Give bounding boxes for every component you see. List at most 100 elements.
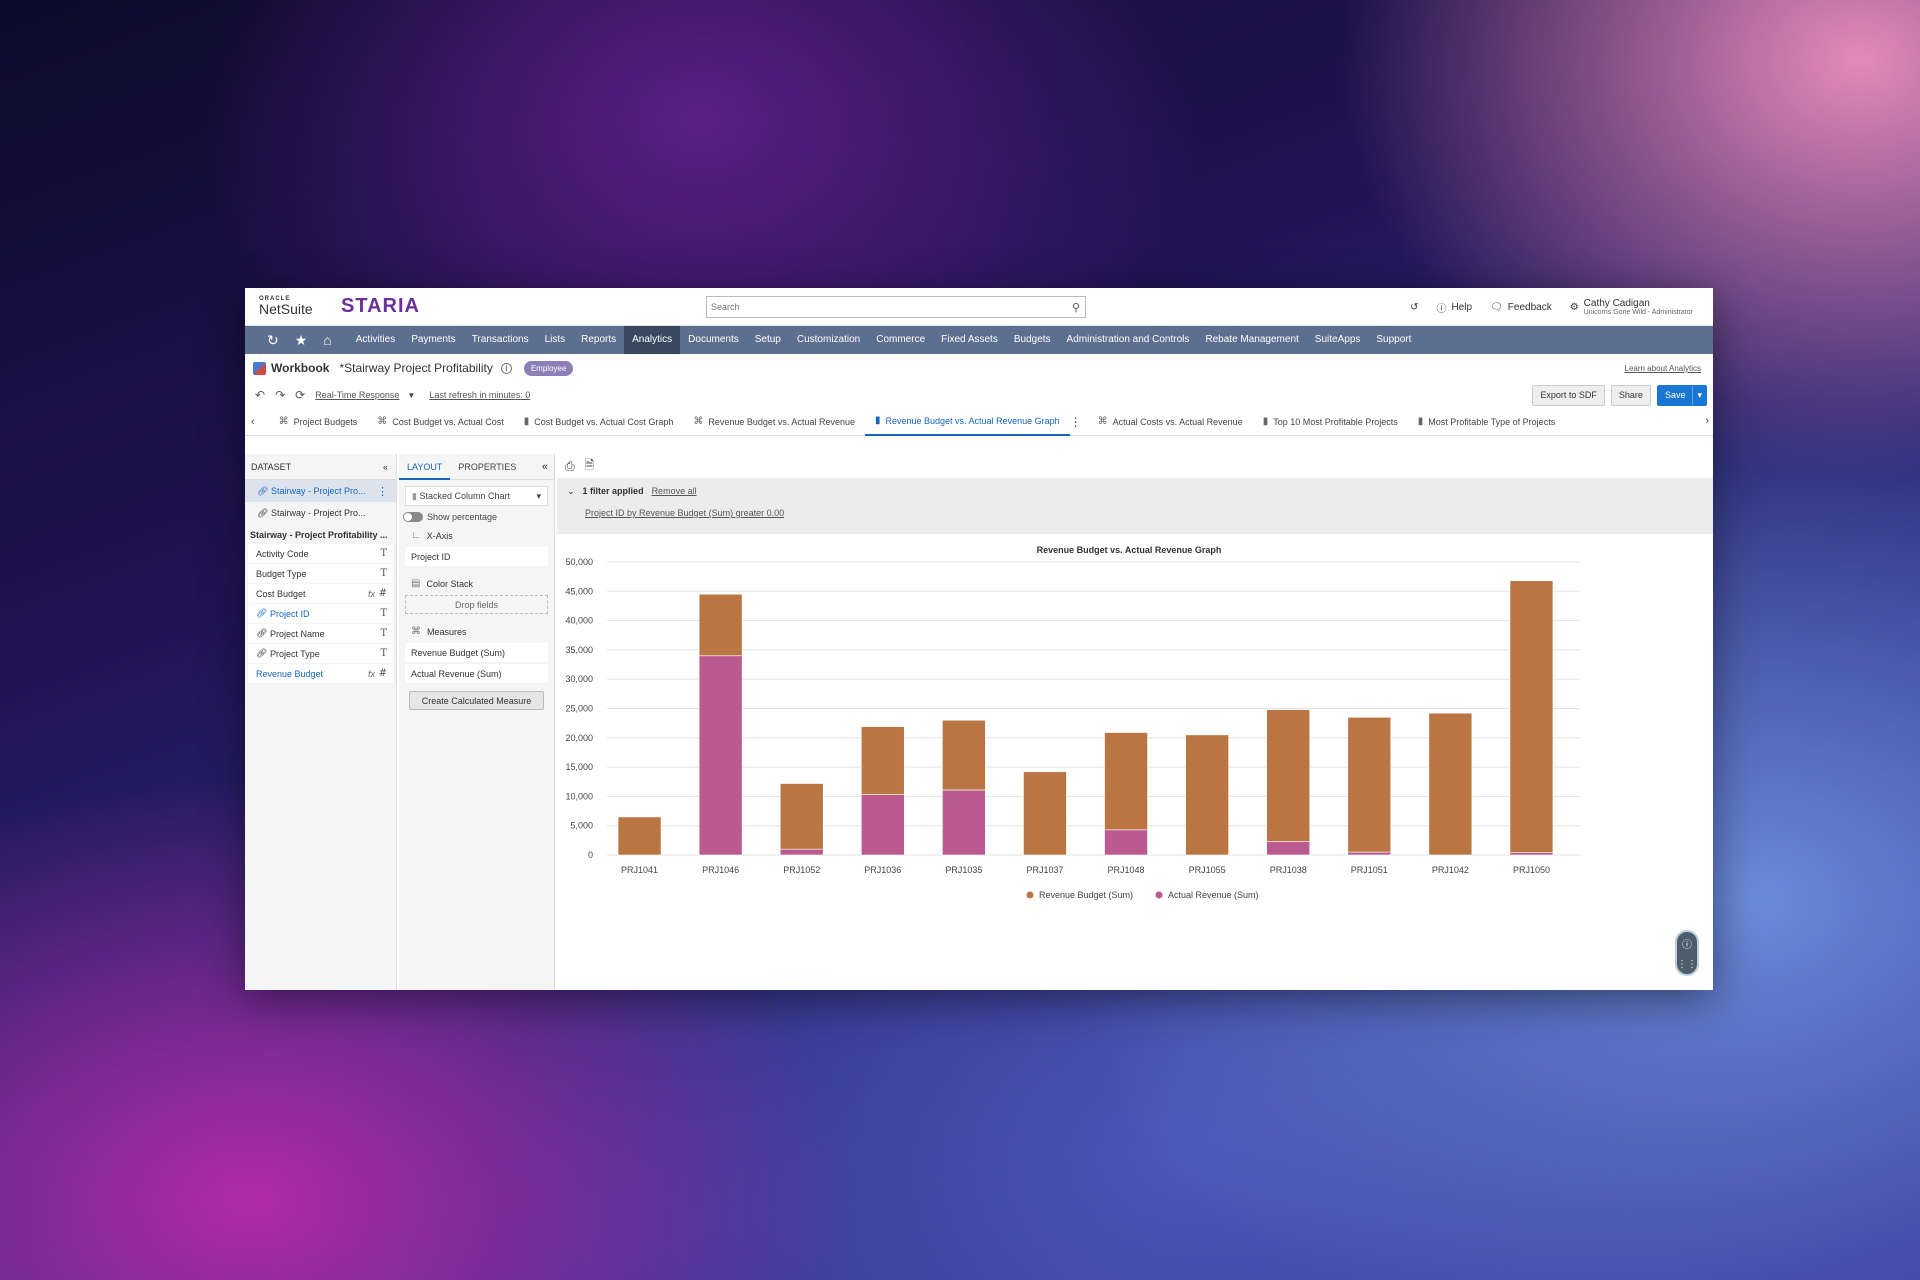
nav-transactions[interactable]: Transactions xyxy=(464,326,537,354)
dataset-field[interactable]: Revenue Budget fx # xyxy=(248,664,393,683)
refresh-icon[interactable]: ⟳ xyxy=(295,388,305,402)
legend-actual-revenue-swatch[interactable] xyxy=(1155,891,1163,899)
revenue-budget-bar[interactable] xyxy=(698,593,743,657)
revenue-budget-bar[interactable] xyxy=(942,719,986,791)
info-icon[interactable]: i xyxy=(500,362,512,374)
recent-icon[interactable]: ↻ xyxy=(267,332,279,349)
undo-icon[interactable]: ↶ xyxy=(255,388,265,402)
export-sdf-button[interactable]: Export to SDF xyxy=(1532,385,1605,406)
x-axis-field[interactable]: Project ID xyxy=(405,547,548,566)
chevron-down-icon[interactable]: ▼ xyxy=(407,391,415,400)
nav-fixed-assets[interactable]: Fixed Assets xyxy=(933,326,1006,354)
global-search[interactable]: ⚲ xyxy=(706,296,1086,318)
legend-actual-revenue[interactable]: Actual Revenue (Sum) xyxy=(1168,890,1259,900)
revenue-budget-bar[interactable] xyxy=(1023,771,1067,856)
search-input[interactable] xyxy=(707,302,1067,312)
nav-budgets[interactable]: Budgets xyxy=(1006,326,1059,354)
nav-support[interactable]: Support xyxy=(1368,326,1419,354)
nav-payments[interactable]: Payments xyxy=(403,326,463,354)
tab-project-budgets[interactable]: ⌘ Project Budgets xyxy=(269,408,368,436)
dataset-item[interactable]: 🔗︎ Stairway - Project Pro... xyxy=(245,502,396,524)
recent-records-icon[interactable]: ↺ xyxy=(1410,302,1418,313)
star-icon[interactable]: ★ xyxy=(295,332,308,349)
dataset-item[interactable]: 🔗︎ Stairway - Project Pro... ⋮ xyxy=(245,480,396,502)
dataset-field[interactable]: Cost Budget fx # xyxy=(248,584,393,603)
response-mode-dropdown[interactable]: Real-Time Response xyxy=(315,390,399,400)
legend-revenue-budget-swatch[interactable] xyxy=(1026,891,1034,899)
dataset-field[interactable]: 🔗︎ Project Type T xyxy=(248,644,393,663)
revenue-budget-bar[interactable] xyxy=(860,726,905,795)
tab-revenue-budget-vs-actual[interactable]: ⌘ Revenue Budget vs. Actual Revenue xyxy=(683,408,865,436)
tabs-scroll-left-icon[interactable]: ‹ xyxy=(251,416,255,428)
revenue-budget-bar[interactable] xyxy=(1266,709,1311,842)
remove-all-filters-link[interactable]: Remove all xyxy=(652,486,697,496)
chevron-down-icon[interactable]: ⌄ xyxy=(567,486,575,497)
home-icon[interactable]: ⌂ xyxy=(323,332,331,348)
assistant-widget[interactable]: ⓘ ⋮⋮ xyxy=(1675,930,1699,976)
export-file-icon[interactable]: 🗎︎ xyxy=(585,456,595,477)
actual-revenue-bar[interactable] xyxy=(942,789,986,856)
learn-analytics-link[interactable]: Learn about Analytics xyxy=(1625,364,1702,373)
collapse-icon[interactable]: « xyxy=(542,461,548,473)
help-link[interactable]: ⓘ Help xyxy=(1437,300,1473,315)
search-icon[interactable]: ⚲ xyxy=(1067,301,1085,314)
tab-top-10-projects[interactable]: ▮ Top 10 Most Profitable Projects xyxy=(1253,408,1408,436)
tab-cost-budget-vs-actual-cost[interactable]: ⌘ Cost Budget vs. Actual Cost xyxy=(367,408,514,436)
actual-revenue-bar[interactable] xyxy=(1509,852,1554,856)
tab-properties[interactable]: PROPERTIES xyxy=(450,454,524,480)
nav-commerce[interactable]: Commerce xyxy=(868,326,933,354)
nav-lists[interactable]: Lists xyxy=(537,326,574,354)
actual-revenue-bar[interactable] xyxy=(1347,851,1392,856)
redo-icon[interactable]: ↷ xyxy=(275,388,285,402)
actual-revenue-bar[interactable] xyxy=(779,848,824,856)
nav-reports[interactable]: Reports xyxy=(573,326,624,354)
actual-revenue-bar[interactable] xyxy=(860,794,905,856)
user-menu[interactable]: ⚙ Cathy Cadigan Unicorns Gone Wild - Adm… xyxy=(1570,298,1693,317)
chart-type-select[interactable]: ▮ Stacked Column Chart ▾ xyxy=(405,486,548,506)
kebab-menu-icon[interactable]: ⋮ xyxy=(377,485,388,498)
actual-revenue-bar[interactable] xyxy=(1266,841,1311,856)
revenue-budget-bar[interactable] xyxy=(779,783,824,850)
dataset-field[interactable]: Activity Code T xyxy=(248,544,393,563)
nav-administration[interactable]: Administration and Controls xyxy=(1059,326,1198,354)
show-percentage-toggle[interactable] xyxy=(403,512,423,522)
dataset-field[interactable]: Budget Type T xyxy=(248,564,393,583)
revenue-budget-bar[interactable] xyxy=(1185,734,1229,856)
actual-revenue-bar[interactable] xyxy=(698,655,743,856)
tab-cost-budget-graph[interactable]: ▮ Cost Budget vs. Actual Cost Graph xyxy=(514,408,684,436)
tab-layout[interactable]: LAYOUT xyxy=(399,454,451,480)
collapse-icon[interactable]: « xyxy=(383,462,388,472)
nav-setup[interactable]: Setup xyxy=(747,326,789,354)
feedback-link[interactable]: 🗨 Feedback xyxy=(1490,302,1552,313)
tab-revenue-budget-graph[interactable]: ▮ Revenue Budget vs. Actual Revenue Graph xyxy=(864,408,1070,436)
dataset-field[interactable]: 🔗︎ Project ID T xyxy=(248,604,393,623)
nav-analytics[interactable]: Analytics xyxy=(624,326,681,354)
tabs-scroll-right-icon[interactable]: › xyxy=(1705,415,1709,427)
color-stack-drop-zone[interactable]: Drop fields xyxy=(405,595,548,614)
measure-field[interactable]: Revenue Budget (Sum) xyxy=(405,643,548,662)
dataset-field[interactable]: 🔗︎ Project Name T xyxy=(248,624,393,643)
actual-revenue-bar[interactable] xyxy=(1104,829,1148,856)
revenue-budget-bar[interactable] xyxy=(1428,712,1473,856)
share-button[interactable]: Share xyxy=(1610,385,1651,406)
revenue-budget-bar[interactable] xyxy=(1104,732,1148,831)
tab-most-profitable-type[interactable]: ▮ Most Profitable Type of Projects xyxy=(1408,408,1565,436)
revenue-budget-bar[interactable] xyxy=(617,816,662,856)
measure-field[interactable]: Actual Revenue (Sum) xyxy=(405,664,548,683)
nav-activities[interactable]: Activities xyxy=(348,326,403,354)
save-dropdown-icon[interactable]: ▾ xyxy=(1692,386,1706,405)
print-icon[interactable]: ⎙ xyxy=(565,459,575,474)
revenue-budget-bar[interactable] xyxy=(1347,716,1392,853)
tab-actual-costs-vs-revenue[interactable]: ⌘ Actual Costs vs. Actual Revenue xyxy=(1088,408,1253,436)
nav-rebate-management[interactable]: Rebate Management xyxy=(1197,326,1306,354)
legend-revenue-budget[interactable]: Revenue Budget (Sum) xyxy=(1039,890,1133,900)
create-calculated-measure-button[interactable]: Create Calculated Measure xyxy=(409,691,544,710)
filter-condition-chip[interactable]: Project ID by Revenue Budget (Sum) great… xyxy=(585,508,784,518)
nav-customization[interactable]: Customization xyxy=(789,326,868,354)
revenue-budget-bar[interactable] xyxy=(1509,580,1554,853)
nav-suiteapps[interactable]: SuiteApps xyxy=(1307,326,1369,354)
nav-documents[interactable]: Documents xyxy=(680,326,747,354)
workbook-title[interactable]: *Stairway Project Profitability xyxy=(339,361,492,375)
netsuite-logo[interactable]: ORACLE NetSuite xyxy=(259,296,319,318)
tab-more-icon[interactable]: ⋮ xyxy=(1070,415,1082,429)
